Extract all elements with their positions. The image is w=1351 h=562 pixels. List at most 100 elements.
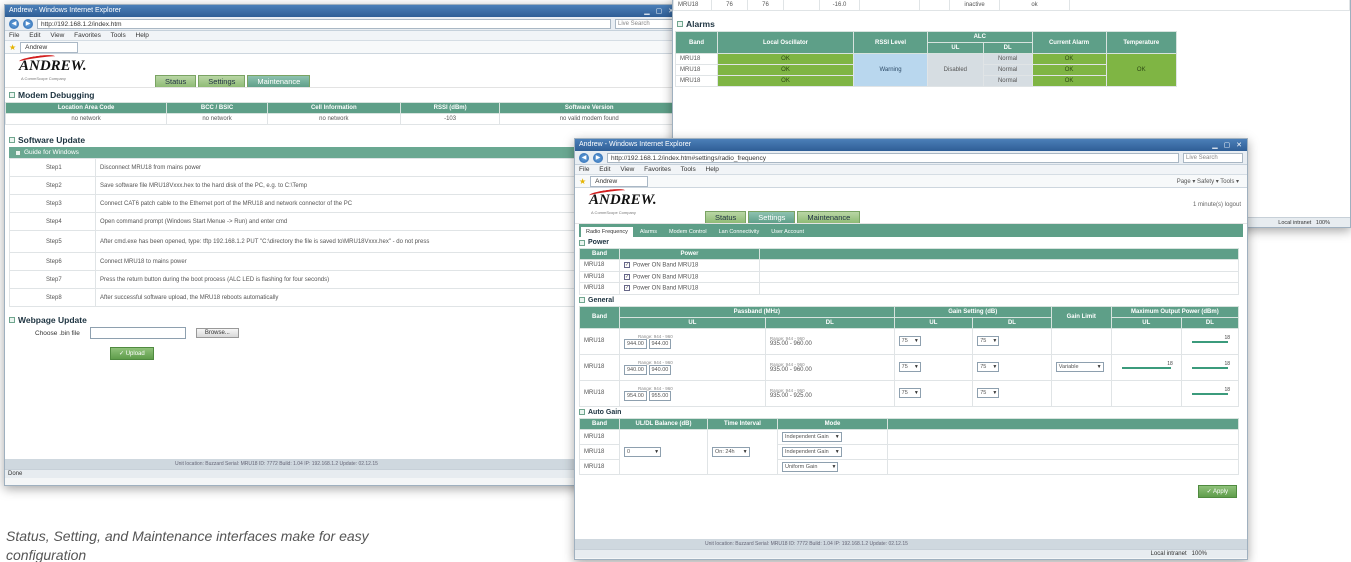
- power-title: Power: [575, 237, 1247, 248]
- mode-select[interactable]: Independent Gain: [782, 446, 842, 457]
- app-header: ANDREW. A CommScope Company Status Setti…: [5, 53, 679, 88]
- app-header: ANDREW. A CommScope Company Status Setti…: [575, 187, 1247, 224]
- subtab-radio-frequency[interactable]: Radio Frequency: [581, 227, 633, 237]
- gain-limit-select[interactable]: Variable: [1055, 362, 1104, 373]
- status-table: MRU18 76 76 -16.0 inactive ok: [673, 0, 1350, 11]
- modem-debugging-title: Modem Debugging: [5, 88, 679, 102]
- menu-tools[interactable]: Tools: [681, 166, 696, 173]
- gain-ul-select[interactable]: 75: [898, 362, 921, 373]
- back-arrow-icon[interactable]: ◀: [9, 18, 19, 29]
- mode-select[interactable]: Uniform Gain: [782, 461, 839, 472]
- ul-start-input[interactable]: 954.00: [624, 390, 647, 401]
- address-bar: ◀ ▶ http://192.168.1.2/index.htm Live Se…: [5, 17, 679, 31]
- forward-arrow-icon[interactable]: ▶: [593, 152, 603, 163]
- menu-favorites[interactable]: Favorites: [644, 166, 671, 173]
- menu-help[interactable]: Help: [136, 32, 149, 39]
- subtab-lan[interactable]: Lan Connectivity: [714, 227, 765, 237]
- tab-settings[interactable]: Settings: [198, 75, 246, 87]
- file-path-input[interactable]: [89, 327, 186, 339]
- back-arrow-icon[interactable]: ◀: [579, 152, 589, 163]
- interval-select[interactable]: On: 24h: [712, 446, 750, 457]
- power-slider[interactable]: 18: [1186, 387, 1234, 398]
- table-row: MRU18 76 76 -16.0 inactive ok: [673, 0, 1350, 11]
- caption: Status, Setting, and Maintenance interfa…: [6, 528, 369, 562]
- modem-table: Location Area Code BCC / BSIC Cell Infor…: [5, 102, 679, 125]
- browser-window-settings: Andrew - Windows Internet Explorer ▁ ▢ ✕…: [574, 138, 1248, 560]
- menu-file[interactable]: File: [579, 166, 589, 173]
- power-slider[interactable]: 18: [1186, 361, 1234, 372]
- table-header: Local Oscillator: [717, 31, 854, 54]
- gain-dl-select[interactable]: 75: [977, 362, 1000, 373]
- balance-select[interactable]: 0: [624, 446, 662, 457]
- subtab-user-account[interactable]: User Account: [766, 227, 809, 237]
- menu-tools[interactable]: Tools: [111, 32, 126, 39]
- subtab-alarms[interactable]: Alarms: [635, 227, 662, 237]
- ul-stop-input[interactable]: 940.00: [648, 364, 672, 375]
- status-bar: Local intranet 100%: [575, 549, 1247, 558]
- menu-favorites[interactable]: Favorites: [74, 32, 101, 39]
- gain-dl-select[interactable]: 75: [977, 336, 1000, 347]
- logout-timer[interactable]: 1 minute(s) logout: [1193, 202, 1241, 208]
- logo-subtitle: A CommScope Company: [21, 76, 66, 81]
- ul-stop-input[interactable]: 955.00: [648, 390, 672, 401]
- table-header: Cell Information: [266, 102, 401, 114]
- ul-stop-input[interactable]: 944.00: [648, 338, 672, 349]
- search-box[interactable]: Live Search: [1183, 152, 1243, 163]
- subtab-modem-control[interactable]: Modem Control: [664, 227, 712, 237]
- search-box[interactable]: Live Search: [615, 18, 675, 29]
- menu-help[interactable]: Help: [706, 166, 719, 173]
- menu-view[interactable]: View: [50, 32, 64, 39]
- favorites-bar: ★ Andrew Page ▾ Safety ▾ Tools ▾: [575, 175, 1247, 188]
- alc-ul-status: Disabled: [927, 53, 984, 87]
- zoom-level[interactable]: 100%: [1192, 551, 1207, 557]
- gain-ul-select[interactable]: 75: [898, 336, 921, 347]
- checkbox-icon[interactable]: ✓: [624, 273, 630, 280]
- browser-tab[interactable]: Andrew: [20, 41, 79, 53]
- url-field[interactable]: http://192.168.1.2/index.htm: [37, 18, 611, 29]
- menu-bar: File Edit View Favorites Tools Help: [5, 31, 679, 41]
- browse-button[interactable]: Browse...: [195, 328, 239, 338]
- mode-select[interactable]: Independent Gain: [782, 431, 842, 442]
- tab-settings[interactable]: Settings: [748, 211, 796, 223]
- gain-dl-select[interactable]: 75: [977, 388, 1000, 399]
- menu-view[interactable]: View: [620, 166, 634, 173]
- url-field[interactable]: http://192.168.1.2/index.htm#settings/ra…: [607, 152, 1179, 163]
- table-row: no network no network no network -103 no…: [5, 113, 679, 125]
- apply-button[interactable]: ✓ Apply: [1197, 484, 1237, 498]
- close-icon: ✕: [1236, 142, 1244, 149]
- menu-edit[interactable]: Edit: [29, 32, 40, 39]
- table-header: Location Area Code: [5, 102, 168, 114]
- ul-start-input[interactable]: 940.00: [624, 364, 647, 375]
- lo-status: OK: [717, 53, 854, 65]
- ul-start-input[interactable]: 944.00: [624, 338, 647, 349]
- menu-edit[interactable]: Edit: [599, 166, 610, 173]
- command-bar[interactable]: Page ▾ Safety ▾ Tools ▾: [1177, 178, 1239, 185]
- tab-status[interactable]: Status: [705, 211, 747, 223]
- checkbox-icon[interactable]: ✓: [624, 262, 630, 268]
- table-row: MRU18 ✓ Power ON Band MRU18: [579, 282, 1239, 295]
- star-icon[interactable]: ★: [9, 43, 16, 52]
- andrew-logo: ANDREW.: [18, 53, 87, 75]
- tab-maintenance[interactable]: Maintenance: [797, 211, 861, 223]
- checkbox-icon: ✓: [119, 351, 126, 357]
- main-tabs: Status Settings Maintenance: [705, 211, 861, 223]
- tab-status[interactable]: Status: [155, 75, 197, 87]
- table-header: RSSI Level: [853, 31, 928, 54]
- address-bar: ◀ ▶ http://192.168.1.2/index.htm#setting…: [575, 151, 1247, 165]
- menu-file[interactable]: File: [9, 32, 19, 39]
- auto-gain-title: Auto Gain: [575, 407, 1247, 418]
- forward-arrow-icon[interactable]: ▶: [23, 18, 33, 29]
- window-title: Andrew - Windows Internet Explorer: [579, 141, 692, 148]
- star-icon[interactable]: ★: [579, 177, 586, 186]
- browser-tab[interactable]: Andrew: [590, 175, 649, 187]
- table-header: Software Version: [499, 102, 679, 114]
- tab-maintenance[interactable]: Maintenance: [247, 75, 311, 87]
- zoom-level[interactable]: 100%: [1316, 220, 1330, 226]
- power-slider-ul[interactable]: 18: [1116, 361, 1177, 372]
- power-slider[interactable]: 18: [1186, 335, 1234, 346]
- gain-ul-select[interactable]: 75: [898, 388, 921, 399]
- window-controls[interactable]: ▁ ▢ ✕: [1212, 140, 1244, 152]
- checkbox-icon[interactable]: ✓: [624, 285, 630, 292]
- table-header: ALC: [927, 31, 1033, 43]
- upload-button[interactable]: ✓ Upload: [110, 347, 154, 360]
